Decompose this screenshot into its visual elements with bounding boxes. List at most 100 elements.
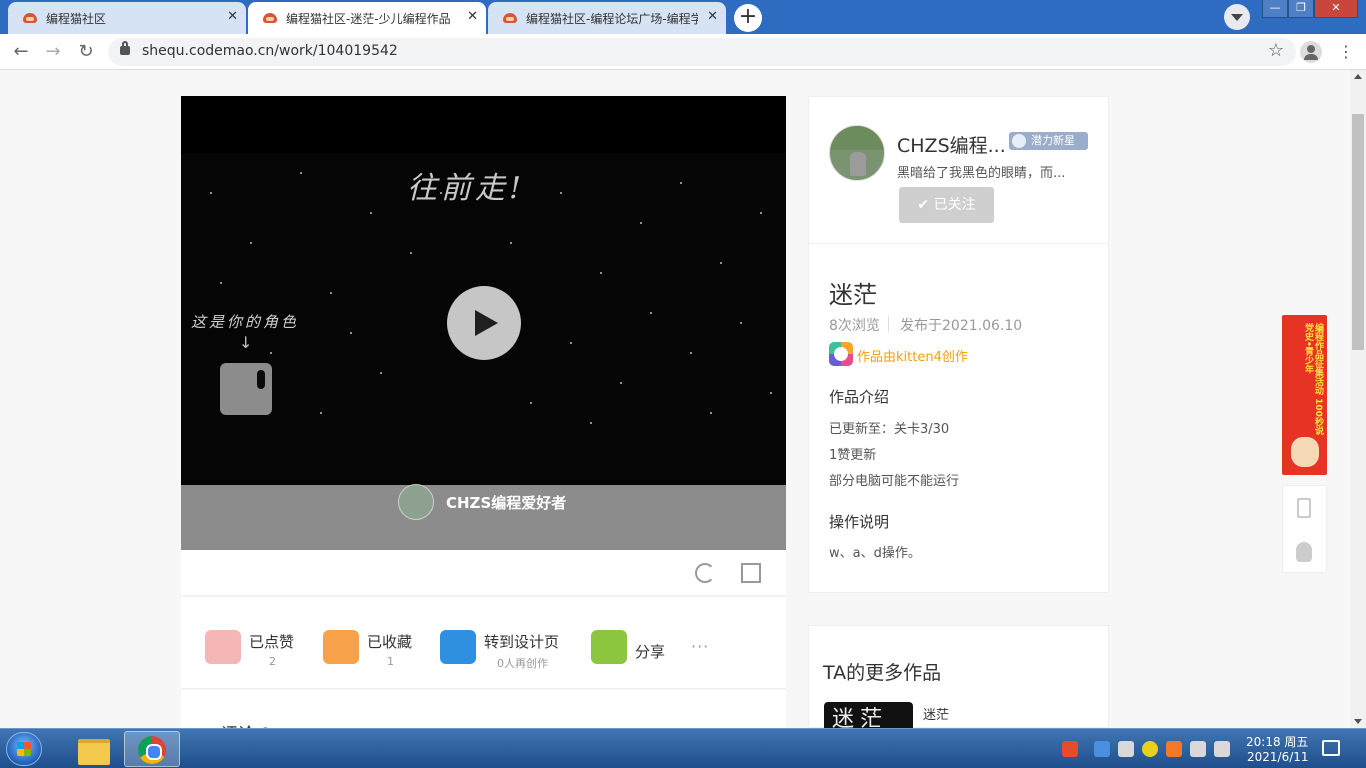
close-tab-icon[interactable]: ✕ — [707, 9, 718, 24]
player-author-name[interactable]: CHZS编程爱好者 — [446, 492, 566, 513]
sogou-ime-icon[interactable] — [1062, 741, 1078, 757]
made-with-link[interactable]: 作品由kitten4创作 — [857, 346, 968, 365]
url-text[interactable]: shequ.codemao.cn/work/104019542 — [142, 43, 398, 59]
clock-date[interactable]: 2021/6/11 — [1247, 750, 1309, 764]
tab-forum[interactable]: 编程猫社区-编程论坛广场-编程学 ✕ — [488, 2, 726, 34]
collect-count: 1 — [387, 655, 394, 668]
tab-search-dropdown-icon[interactable] — [1224, 4, 1250, 30]
display-icon[interactable] — [1190, 741, 1206, 757]
author-avatar[interactable] — [829, 125, 885, 181]
volume-icon[interactable] — [1214, 741, 1230, 757]
author-level-badge: 潜力新星 — [1009, 132, 1088, 150]
like-count: 2 — [269, 655, 276, 668]
banner-text: 编程作品征集活动 100秒说党史•青少年 — [1303, 323, 1323, 435]
start-button-icon[interactable] — [6, 732, 42, 766]
window-close-button[interactable]: ✕ — [1314, 0, 1358, 18]
lock-icon — [120, 41, 130, 55]
work-actions-bar: 已点赞 2 已收藏 1 转到设计页 0人再创作 分享 ··· — [181, 597, 786, 689]
usb-device-icon[interactable] — [1118, 741, 1134, 757]
thumbs-up-icon — [205, 630, 241, 664]
tab-label: 编程猫社区-迷茫-少儿编程作品 — [286, 11, 451, 26]
kitten-editor-icon — [829, 342, 853, 366]
down-arrow-icon: ↓ — [239, 333, 253, 352]
browser-menu-icon[interactable]: ⋮ — [1338, 43, 1354, 61]
forward-arrow-icon[interactable]: → — [42, 41, 64, 63]
more-options-icon[interactable]: ··· — [691, 637, 709, 656]
stage-title-art: 往前走! — [407, 171, 526, 206]
publish-date: 发布于2021.06.10 — [900, 318, 1023, 334]
action-center-icon[interactable] — [1322, 740, 1340, 756]
floating-tools — [1282, 485, 1327, 573]
new-tab-button[interactable]: + — [734, 4, 762, 32]
gift-box-icon — [323, 630, 359, 664]
intro-line: 1赞更新 — [829, 448, 877, 463]
author-name[interactable]: CHZS编程... — [897, 131, 1006, 158]
clock-time[interactable]: 20:18 周五 — [1246, 733, 1308, 750]
stage-hint-text: 这是你的角色 — [191, 313, 300, 331]
fullscreen-icon[interactable] — [741, 563, 761, 583]
speaker-muted-icon[interactable] — [1166, 741, 1182, 757]
scroll-down-arrow-icon[interactable] — [1354, 719, 1362, 724]
player-author-chip[interactable]: CHZS编程爱好者 — [398, 484, 566, 520]
follow-button[interactable]: ✔ 已关注 — [899, 187, 994, 223]
tab-community[interactable]: 编程猫社区 ✕ — [8, 2, 246, 34]
author-signature: 黑暗给了我黑色的眼睛，而... — [897, 166, 1066, 181]
address-bar[interactable]: shequ.codemao.cn/work/104019542 ☆ — [108, 38, 1296, 66]
intro-line: 已更新至：关卡3/30 — [829, 422, 950, 437]
codemao-favicon-icon — [262, 10, 278, 26]
page-scrollbar[interactable] — [1350, 70, 1366, 728]
operation-heading: 操作说明 — [829, 513, 890, 531]
work-title: 迷茫 — [829, 281, 877, 309]
play-button-icon[interactable] — [447, 286, 521, 360]
close-tab-icon[interactable]: ✕ — [467, 9, 478, 24]
reload-icon[interactable]: ↻ — [75, 41, 97, 63]
player-controls — [181, 550, 786, 596]
work-name[interactable]: 迷茫 — [923, 704, 949, 723]
window-minimize-button[interactable]: — — [1262, 0, 1288, 18]
work-info-card: CHZS编程... 潜力新星 黑暗给了我黑色的眼睛，而... ✔ 已关注 迷茫 … — [808, 96, 1109, 593]
qq-penguin-icon[interactable] — [1296, 542, 1312, 562]
back-arrow-icon[interactable]: ← — [10, 41, 32, 63]
share-button[interactable]: 分享 — [591, 621, 681, 671]
like-button[interactable]: 已点赞 2 — [205, 621, 305, 671]
share-label: 分享 — [635, 643, 666, 661]
window-maximize-button[interactable]: ❐ — [1288, 0, 1314, 18]
operation-text: w、a、d操作。 — [829, 546, 921, 561]
tab-label: 编程猫社区 — [46, 11, 107, 26]
intro-line: 部分电脑可能不能运行 — [829, 474, 960, 489]
file-explorer-icon[interactable] — [66, 731, 122, 767]
to-design-page-button[interactable]: 转到设计页 0人再创作 — [440, 621, 570, 671]
tab-label: 编程猫社区-编程论坛广场-编程学 — [526, 11, 698, 26]
scrollbar-thumb[interactable] — [1352, 114, 1364, 350]
comments-section: 评论 1 — [181, 690, 786, 745]
player-character-sprite — [220, 363, 272, 415]
intro-heading: 作品介绍 — [829, 388, 890, 406]
view-count: 8次浏览 — [829, 318, 880, 334]
browser-tab-strip: 编程猫社区 ✕ 编程猫社区-迷茫-少儿编程作品 ✕ 编程猫社区-编程论坛广场-编… — [0, 0, 1366, 34]
author-avatar[interactable] — [398, 484, 434, 520]
like-label: 已点赞 — [249, 633, 295, 651]
share-icon — [591, 630, 627, 664]
design-label: 转到设计页 — [484, 633, 560, 651]
divider — [888, 316, 889, 332]
work-player[interactable]: 往前走! 这是你的角色 ↓ CHZS编程爱好者 — [181, 96, 786, 550]
profile-avatar-icon[interactable] — [1300, 41, 1322, 63]
network-share-icon[interactable] — [1094, 741, 1110, 757]
tab-work-page[interactable]: 编程猫社区-迷茫-少儿编程作品 ✕ — [248, 2, 486, 34]
codemao-favicon-icon — [502, 10, 518, 26]
close-tab-icon[interactable]: ✕ — [227, 9, 238, 24]
event-banner[interactable]: 编程作品征集活动 100秒说党史•青少年 — [1282, 315, 1327, 475]
more-works-card: TA的更多作品 迷茫 迷茫 — [808, 625, 1109, 732]
add-icon[interactable] — [1142, 741, 1158, 757]
collect-button[interactable]: 已收藏 1 — [323, 621, 423, 671]
remix-count: 0人再创作 — [497, 657, 548, 670]
codemao-favicon-icon — [22, 10, 38, 26]
mobile-phone-icon[interactable] — [1297, 498, 1311, 518]
mascot-image — [1291, 437, 1319, 467]
chrome-taskbar-icon[interactable] — [124, 731, 180, 767]
browser-toolbar: ← → ↻ shequ.codemao.cn/work/104019542 ☆ … — [0, 34, 1366, 70]
bookmark-star-icon[interactable]: ☆ — [1268, 40, 1284, 61]
more-works-title: TA的更多作品 — [823, 662, 942, 684]
scroll-up-arrow-icon[interactable] — [1354, 74, 1362, 79]
restart-icon[interactable] — [695, 563, 715, 583]
